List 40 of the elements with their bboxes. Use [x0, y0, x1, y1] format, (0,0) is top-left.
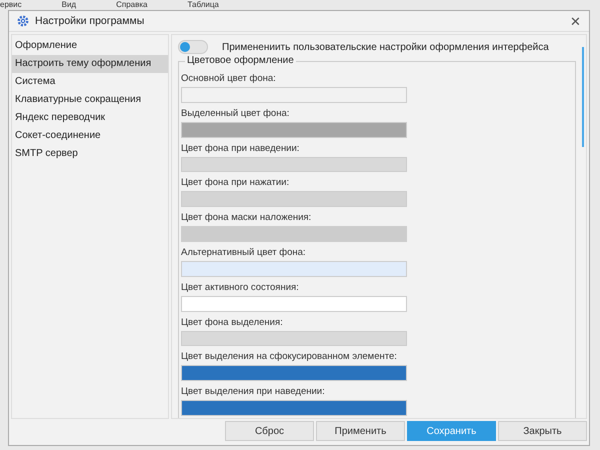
field-label: Выделенный цвет фона: — [181, 106, 290, 121]
menu-item[interactable]: Справка — [116, 0, 148, 10]
menu-item[interactable]: Таблица — [188, 0, 219, 10]
dialog-button[interactable]: Сброс — [225, 421, 314, 441]
sidebar-item[interactable]: SMTP сервер — [12, 145, 168, 163]
scrollbar-thumb[interactable] — [582, 47, 584, 147]
color-swatch[interactable] — [181, 330, 407, 346]
color-swatch[interactable] — [181, 260, 407, 277]
sidebar-item[interactable]: Система — [12, 73, 168, 91]
menu-item[interactable]: ервис — [0, 0, 22, 10]
field-label: Основной цвет фона: — [181, 72, 277, 86]
field-label: Цвет фона маски наложения: — [181, 211, 312, 226]
field-label: Цвет активного состояния: — [181, 280, 300, 295]
toggle-switch[interactable] — [178, 40, 208, 54]
sidebar-item[interactable]: Сокет-соединение — [12, 127, 168, 145]
sidebar-item[interactable]: Оформление — [12, 37, 168, 55]
group-title: Цветовое оформление — [185, 55, 296, 66]
color-swatch[interactable] — [181, 191, 407, 208]
sidebar-item[interactable]: Яндекс переводчик — [12, 109, 168, 127]
color-swatch[interactable] — [181, 156, 407, 172]
sidebar-item[interactable]: Настроить тему оформления — [12, 55, 168, 73]
menu-item[interactable]: Вид — [62, 0, 76, 10]
field-label: Цвет фона выделения: — [181, 316, 284, 330]
window-title: Настройки программы — [35, 15, 146, 27]
sidebar-item[interactable]: Клавиатурные сокращения — [12, 91, 168, 109]
gear-icon — [17, 15, 29, 27]
field-label: Цвет фона при нажатии: — [181, 176, 290, 190]
field-label: Цвет выделения при наведении: — [181, 385, 326, 400]
dialog-button[interactable]: Закрыть — [498, 421, 587, 441]
dialog-button[interactable]: Применить — [316, 421, 405, 441]
color-swatch[interactable] — [181, 87, 407, 103]
toggle-label: Применениить пользовательские настройки оформления интерфейса — [222, 42, 549, 52]
color-swatch[interactable] — [181, 296, 407, 312]
field-label: Цвет фона при наведении: — [181, 142, 300, 156]
color-swatch[interactable] — [181, 122, 407, 138]
field-label: Альтернативный цвет фона: — [181, 246, 307, 260]
color-swatch[interactable] — [181, 400, 407, 416]
field-label: Цвет выделения на сфокусированном элементе: — [181, 350, 398, 364]
color-swatch[interactable] — [181, 226, 407, 242]
color-swatch[interactable] — [181, 365, 407, 382]
